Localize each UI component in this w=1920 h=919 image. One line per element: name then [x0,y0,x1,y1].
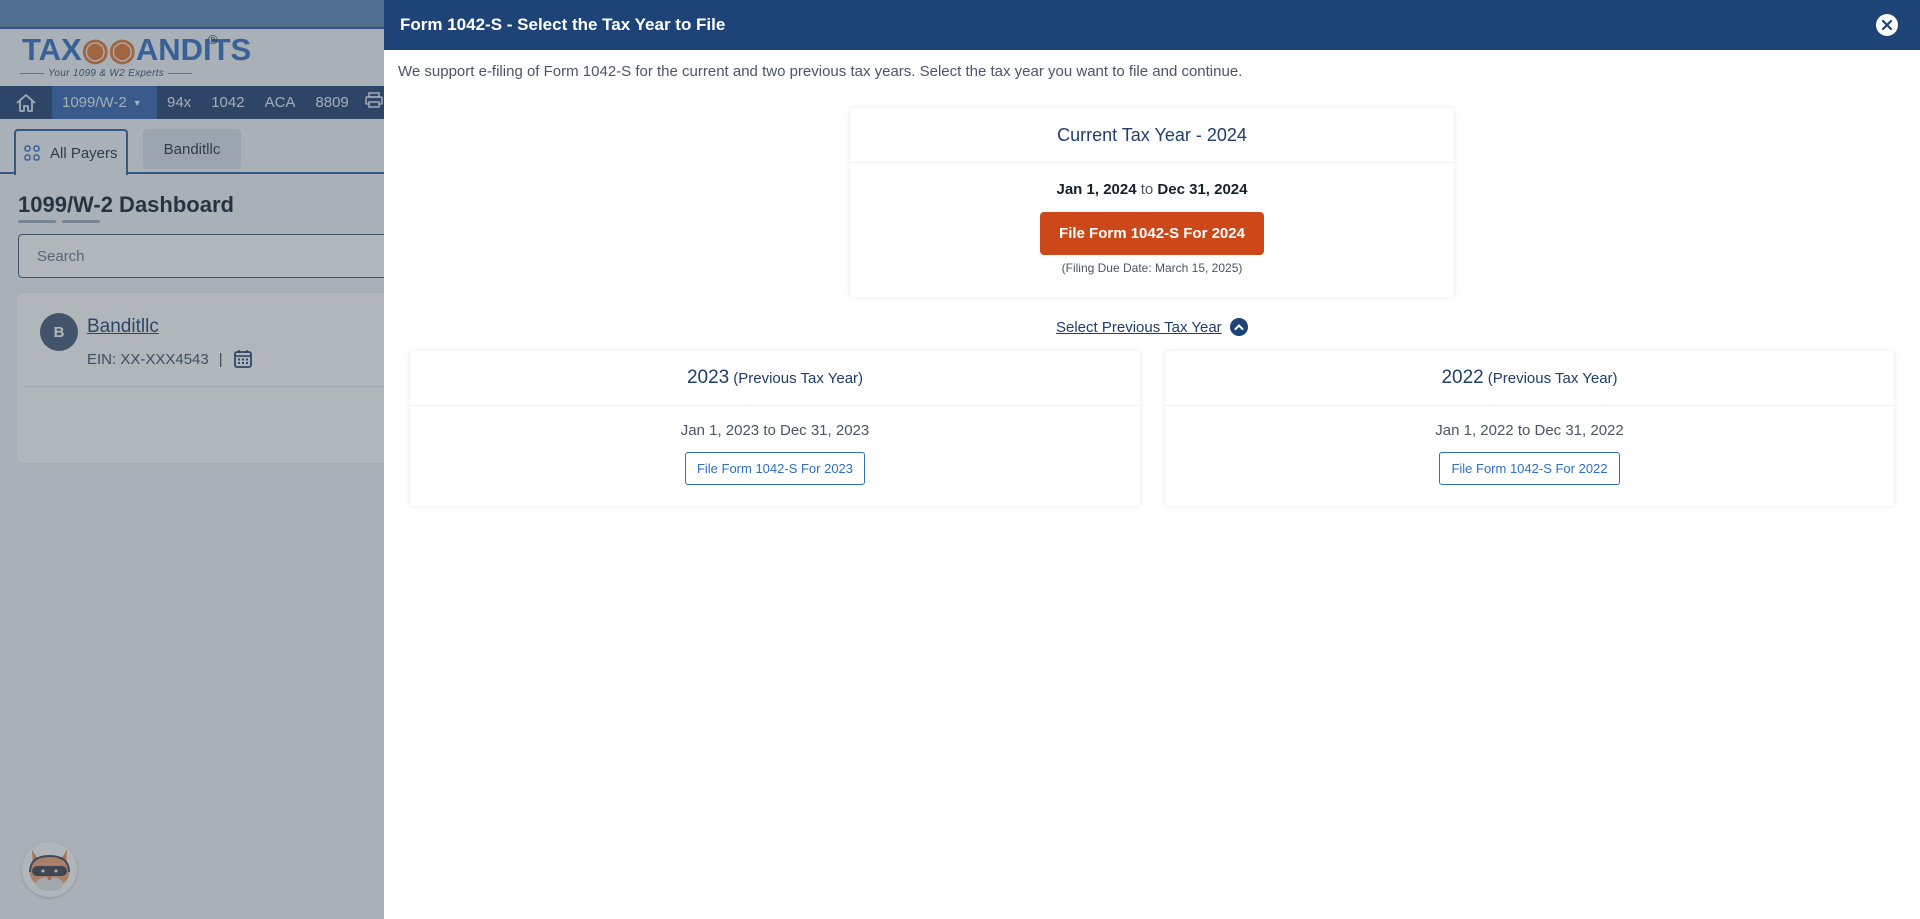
card-year-label: (Previous Tax Year) [733,369,864,387]
range-end: Dec 31, 2024 [1157,181,1248,198]
card-heading: 2022 (Previous Tax Year) [1165,351,1894,406]
toggle-label: Select Previous Tax Year [1056,318,1222,336]
range-start: Jan 1, 2024 [1056,181,1137,198]
filing-due-date: (Filing Due Date: March 15, 2025) [1061,261,1243,275]
card-year: 2022 [1441,367,1484,388]
drawer-title: Form 1042-S - Select the Tax Year to Fil… [400,15,726,34]
file-2022-button[interactable]: File Form 1042-S For 2022 [1439,452,1620,485]
chevron-up-icon [1229,318,1248,336]
file-2024-button[interactable]: File Form 1042-S For 2024 [1040,212,1264,255]
intro-text: We support e-filing of Form 1042-S for t… [398,63,1243,80]
card-year: 2023 [686,367,730,388]
drawer-header: Form 1042-S - Select the Tax Year to Fil… [384,0,1920,50]
select-previous-year-toggle[interactable]: Select Previous Tax Year [1056,318,1248,336]
tax-year-2022-card: 2022 (Previous Tax Year) Jan 1, 2022 to … [1165,351,1894,506]
card-year-label: (Previous Tax Year) [1487,369,1618,387]
close-icon [1881,19,1893,31]
date-range: Jan 1, 2024 to Dec 31, 2024 [850,181,1454,198]
date-range: Jan 1, 2023 to Dec 31, 2023 [680,422,870,439]
close-button[interactable] [1876,14,1898,36]
tax-year-drawer: Form 1042-S - Select the Tax Year to Fil… [384,0,1920,919]
card-heading: 2023 (Previous Tax Year) [410,351,1140,406]
tax-year-2023-card: 2023 (Previous Tax Year) Jan 1, 2023 to … [410,351,1140,506]
range-to: to [1140,181,1154,198]
card-heading: Current Tax Year - 2024 [850,108,1454,163]
current-tax-year-card: Current Tax Year - 2024 Jan 1, 2024 to D… [850,108,1454,297]
date-range: Jan 1, 2022 to Dec 31, 2022 [1435,422,1624,439]
file-2023-button[interactable]: File Form 1042-S For 2023 [684,452,866,485]
